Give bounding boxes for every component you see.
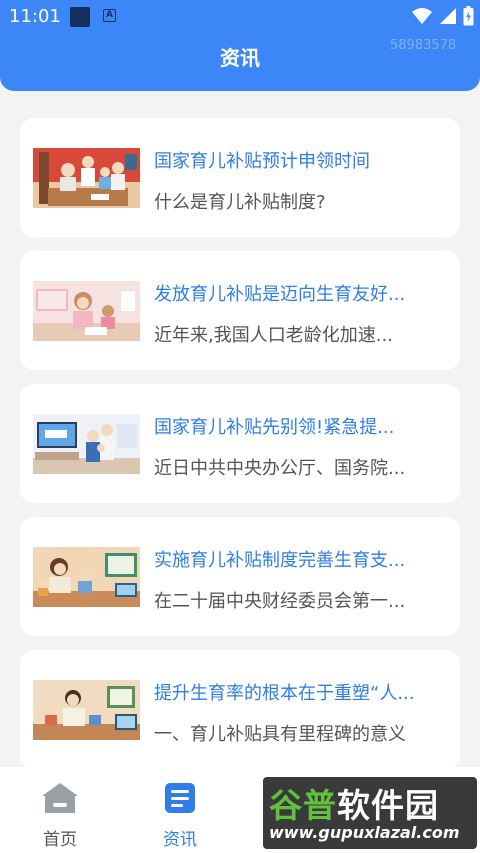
notification-icon	[70, 7, 90, 27]
article-thumbnail	[33, 547, 140, 607]
nav-news[interactable]: 资讯	[140, 781, 220, 850]
article-title: 发放育儿补贴是迈向生育友好...	[154, 284, 406, 305]
home-icon	[42, 783, 78, 813]
app-header: 11:01 A 资讯 58983578	[0, 0, 480, 91]
article-thumbnail	[33, 148, 140, 208]
article-card[interactable]: 提升生育率的根本在于重塑“人... 一、育儿补贴具有里程碑的意义	[20, 650, 460, 769]
article-title: 提升生育率的根本在于重塑“人...	[154, 683, 415, 704]
article-thumbnail	[33, 281, 140, 341]
article-title: 国家育儿补贴预计申领时间	[154, 151, 370, 172]
corner-number: 58983578	[390, 38, 457, 53]
watermark-logo-text: 谷普软件园	[269, 779, 439, 827]
battery-icon	[463, 6, 474, 26]
article-card[interactable]: 国家育儿补贴先别领!紧急提... 近日中共中央办公厅、国务院...	[20, 384, 460, 503]
article-summary: 一、育儿补贴具有里程碑的意义	[154, 724, 406, 745]
article-summary: 近年来,我国人口老龄化加速...	[154, 325, 393, 346]
site-watermark-logo: 谷普软件园 www.gupuxlazal.com	[263, 777, 477, 849]
article-summary: 在二十届中央财经委员会第一...	[154, 591, 406, 612]
nav-home[interactable]: 首页	[20, 781, 100, 850]
status-time: 11:01	[9, 6, 61, 27]
status-bar: 11:01 A	[0, 0, 480, 34]
article-thumbnail	[33, 680, 140, 740]
keyboard-icon: A	[103, 9, 116, 22]
watermark-url: www.gupuxlazal.com	[269, 823, 460, 842]
article-summary: 近日中共中央办公厅、国务院...	[154, 458, 406, 479]
article-title: 实施育儿补贴制度完善生育支...	[154, 550, 406, 571]
article-summary: 什么是育儿补贴制度?	[154, 192, 326, 213]
watermark-logo-white: 软件园	[337, 786, 439, 825]
article-card[interactable]: 实施育儿补贴制度完善生育支... 在二十届中央财经委员会第一...	[20, 517, 460, 636]
article-card[interactable]: 国家育儿补贴预计申领时间 什么是育儿补贴制度?	[20, 118, 460, 237]
article-thumbnail	[33, 414, 140, 474]
news-icon	[165, 783, 195, 813]
wifi-icon	[412, 8, 432, 24]
watermark-logo-green: 谷普	[269, 786, 337, 825]
nav-home-label: 首页	[43, 830, 77, 850]
status-icons	[411, 6, 474, 26]
article-title: 国家育儿补贴先别领!紧急提...	[154, 417, 395, 438]
article-card[interactable]: 发放育儿补贴是迈向生育友好... 近年来,我国人口老龄化加速...	[20, 251, 460, 370]
nav-news-label: 资讯	[163, 830, 197, 850]
signal-icon	[440, 8, 456, 24]
